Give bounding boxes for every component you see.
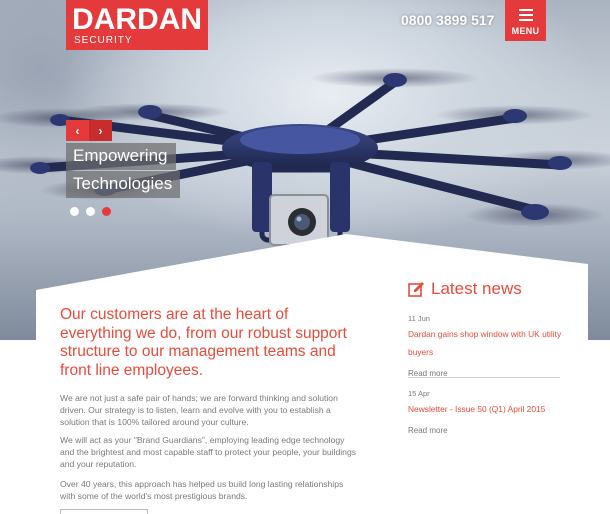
- latest-news-title: Latest news: [431, 279, 522, 298]
- slide-caption-line2: Technologies: [66, 171, 181, 198]
- latest-news-heading: Latest news: [408, 279, 522, 299]
- menu-button[interactable]: MENU: [505, 0, 546, 41]
- edit-icon: [408, 281, 424, 297]
- menu-label: MENU: [511, 26, 540, 36]
- slider-dots: [70, 207, 111, 216]
- news-date: 15 Apr: [408, 389, 430, 398]
- news-item: 15 Apr Newsletter - Issue 50 (Q1) April …: [408, 389, 568, 435]
- intro-headline: Our customers are at the heart of everyt…: [60, 306, 347, 379]
- chevron-right-icon: ›: [98, 123, 103, 138]
- news-divider: [408, 377, 560, 378]
- read-more-button[interactable]: [60, 509, 148, 514]
- news-date: 11 Jun: [408, 314, 430, 323]
- hamburger-icon: [518, 9, 533, 24]
- slider-dot-2[interactable]: [86, 207, 95, 216]
- slider-next-button[interactable]: ›: [89, 120, 112, 141]
- intro-paragraph-2: We will act as your "Brand Guardians", e…: [60, 435, 357, 470]
- brand-name: DARDAN: [72, 3, 202, 36]
- read-more-link[interactable]: Read more: [408, 426, 568, 435]
- slide-caption-line1: Empowering: [66, 143, 176, 170]
- brand-tagline: SECURITY: [74, 35, 133, 46]
- news-title-link[interactable]: Dardan gains shop window with UK utility…: [408, 329, 561, 357]
- chevron-left-icon: ‹: [75, 123, 80, 138]
- phone-number[interactable]: 0800 3899 517: [401, 12, 494, 28]
- intro-paragraph-1: We are not just a safe pair of hands; we…: [60, 393, 338, 428]
- intro-paragraph-3: Over 40 years, this approach has helped …: [60, 479, 344, 502]
- slider-prev-button[interactable]: ‹: [66, 120, 89, 141]
- slider-dot-1[interactable]: [70, 207, 79, 216]
- slider-dot-3[interactable]: [102, 207, 111, 216]
- slider-arrows: ‹ ›: [66, 120, 112, 141]
- brand-logo[interactable]: DARDAN SECURITY: [66, 0, 208, 50]
- news-item: 11 Jun Dardan gains shop window with UK …: [408, 314, 568, 378]
- news-title-link[interactable]: Newsletter - Issue 50 (Q1) April 2015: [408, 404, 545, 414]
